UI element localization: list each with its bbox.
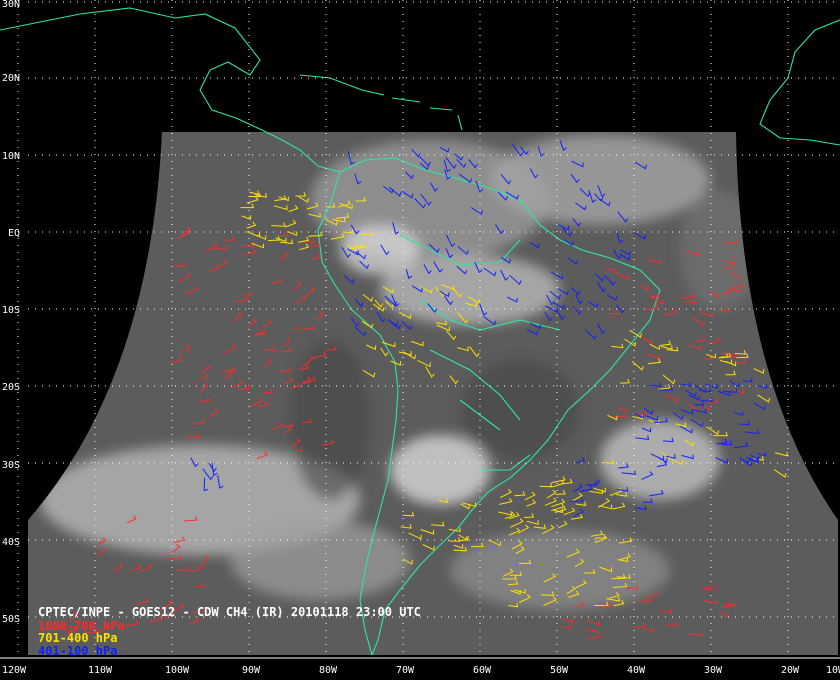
product-title: CPTEC/INPE - GOES12 - CDW CH4 (IR) 20101… <box>38 605 421 619</box>
longitude-labels: 120W 110W 100W 90W 80W 70W 60W 50W 40W 3… <box>2 665 840 676</box>
lon-label-40w: 40W <box>627 665 646 676</box>
lat-label-10s: 10S <box>2 305 20 316</box>
legend-mid-level: 701-400 hPa <box>38 631 117 645</box>
lon-label-100w: 100W <box>165 665 190 676</box>
africa-coast <box>759 19 840 146</box>
lon-label-30w: 30W <box>704 665 723 676</box>
lon-label-80w: 80W <box>319 665 338 676</box>
lat-label-10n: 10N <box>2 151 20 162</box>
lon-label-90w: 90W <box>242 665 261 676</box>
legend-high-level: 401-100 hPa <box>38 644 117 658</box>
lon-label-10w: 10W <box>826 665 840 676</box>
lat-label-20s: 20S <box>2 382 20 393</box>
lat-label-20n: 20N <box>2 73 20 84</box>
ir-imagery <box>28 132 838 655</box>
lon-label-20w: 20W <box>781 665 800 676</box>
wind-map-svg: 30N 20N 10N EQ 10S 20S 30S 40S 50S 120W … <box>0 0 840 676</box>
satellite-map: 30N 20N 10N EQ 10S 20S 30S 40S 50S 120W … <box>0 0 840 680</box>
lat-label-eq: EQ <box>8 228 20 239</box>
lat-label-40s: 40S <box>2 537 20 548</box>
lat-label-30n: 30N <box>2 0 20 10</box>
latitude-labels: 30N 20N 10N EQ 10S 20S 30S 40S 50S <box>2 0 20 625</box>
lon-label-120w: 120W <box>2 665 27 676</box>
lat-label-30s: 30S <box>2 460 20 471</box>
lat-label-50s: 50S <box>2 614 20 625</box>
lon-label-70w: 70W <box>396 665 415 676</box>
lon-label-50w: 50W <box>550 665 569 676</box>
caribbean-islands <box>299 74 463 131</box>
lon-label-60w: 60W <box>473 665 492 676</box>
lon-label-110w: 110W <box>88 665 113 676</box>
